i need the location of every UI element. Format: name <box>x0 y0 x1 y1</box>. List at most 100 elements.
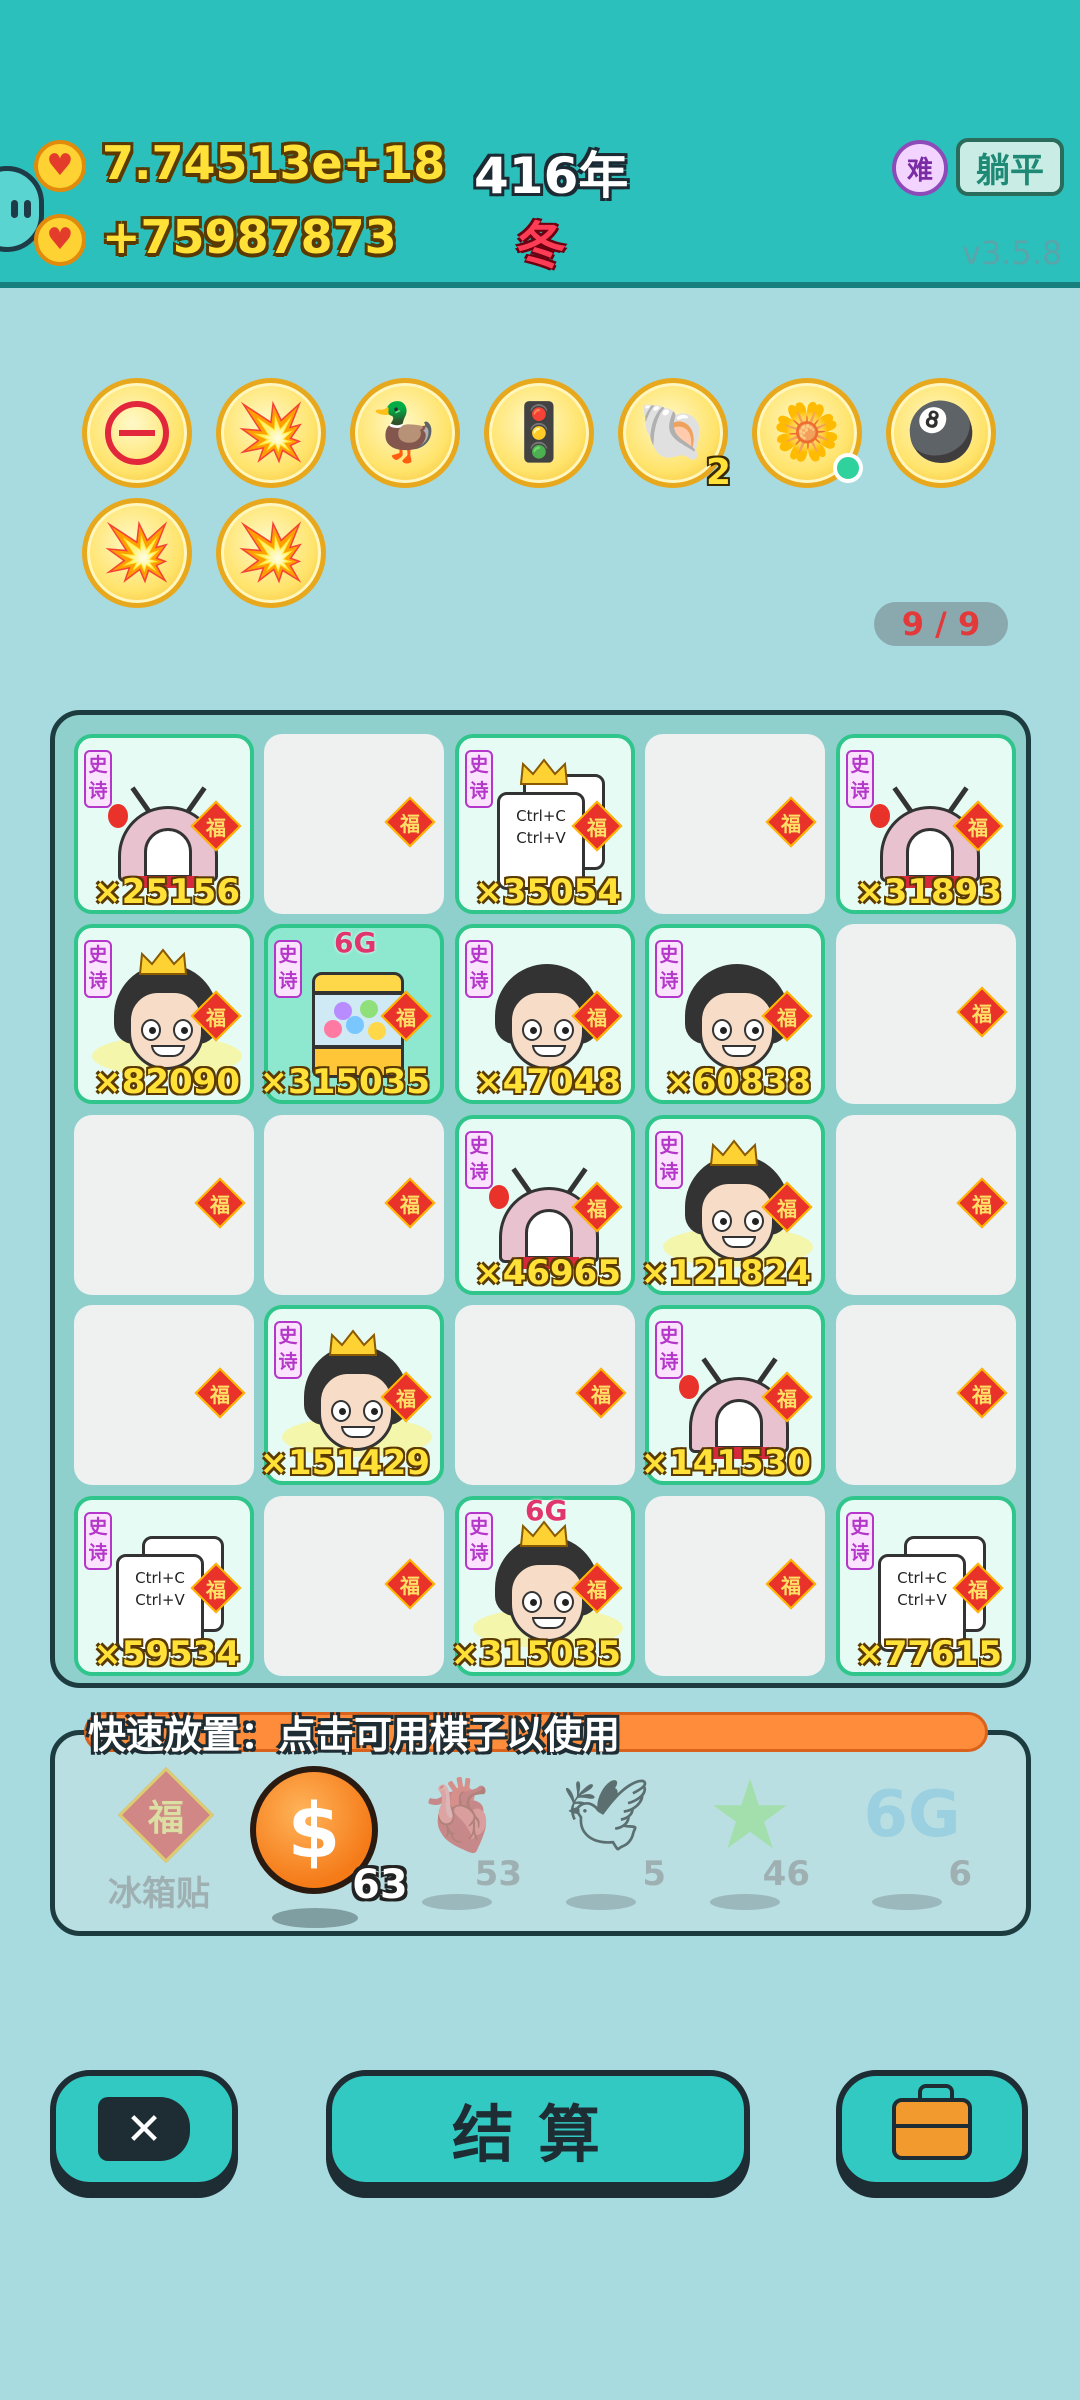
capsule-balls-icon: 🎱 <box>906 400 976 465</box>
year-label: 416年 <box>474 147 629 205</box>
coin-shadow <box>272 1908 358 1928</box>
empty-cell[interactable]: 福 <box>74 1305 254 1485</box>
board-piece[interactable]: 福史诗 ×141530 <box>641 1305 825 1485</box>
empty-cell[interactable]: 福 <box>264 1115 444 1295</box>
fu-icon: 福 <box>194 1367 246 1419</box>
board-piece[interactable]: 福史诗 ×60838 <box>645 924 825 1104</box>
empty-cell[interactable]: 福 <box>74 1115 254 1295</box>
piece-multiplier: ×77615 <box>855 1634 1002 1674</box>
empty-cell[interactable]: 福 <box>836 1305 1016 1485</box>
mushroom-cloud-icon: 💥 <box>102 520 172 585</box>
epic-tag: 史诗 <box>84 1512 112 1570</box>
capacity-counter: 9 / 9 <box>874 602 1008 646</box>
board-piece[interactable]: 福史诗 ×151429 <box>260 1305 444 1485</box>
epic-tag: 史诗 <box>274 1321 302 1379</box>
empty-cell[interactable]: 福 <box>836 924 1016 1104</box>
fu-icon: 福 <box>194 1177 246 1229</box>
item-slot[interactable]: 💥 <box>216 498 326 608</box>
item-count: 2 <box>705 452 731 493</box>
fu-icon: 福 <box>765 1558 817 1610</box>
shell-icon: 🐚 <box>638 400 708 465</box>
crown-icon <box>519 758 569 785</box>
empty-cell[interactable]: 福 <box>645 734 825 914</box>
difficulty-badge[interactable]: 难 <box>892 140 948 196</box>
quick-place-item[interactable]: 🫀 53 <box>392 1770 532 1920</box>
version-label: v3.5.8 <box>962 234 1063 272</box>
money-income: +75987873 <box>102 210 397 264</box>
epic-tag: 史诗 <box>274 940 302 998</box>
crown-icon <box>328 1329 378 1356</box>
exit-button[interactable]: ✕ <box>50 2070 238 2188</box>
quick-place-item[interactable]: ★ 46 <box>680 1759 820 1920</box>
6g-badge: 6G <box>334 926 377 959</box>
board-piece[interactable]: 福史诗 ×46965 <box>455 1115 635 1295</box>
piece-multiplier: ×25156 <box>93 872 240 912</box>
item-slot[interactable]: 🌼 <box>752 378 863 488</box>
epic-tag: 史诗 <box>465 940 493 998</box>
heart-coin-icon: ♥ <box>34 140 86 192</box>
empty-cell[interactable]: 福 <box>264 1496 444 1676</box>
epic-tag: 史诗 <box>655 940 683 998</box>
piece-multiplier: ×82090 <box>93 1062 240 1102</box>
epic-tag: 史诗 <box>846 1512 874 1570</box>
status-dot <box>833 453 863 483</box>
epic-tag: 史诗 <box>846 750 874 808</box>
board-piece[interactable]: 福史诗 ×121824 <box>641 1115 825 1295</box>
epic-tag: 史诗 <box>84 750 112 808</box>
backpack-button[interactable] <box>836 2070 1028 2188</box>
piece-multiplier: ×31893 <box>855 872 1002 912</box>
item-slot[interactable]: 🦆 <box>350 378 460 488</box>
empty-cell[interactable]: 福 <box>836 1115 1016 1295</box>
quick-place-count: 5 <box>642 1854 666 1894</box>
6g-icon: 6G <box>863 1778 961 1852</box>
item-slot[interactable]: 🐚 2 <box>618 378 731 493</box>
settle-button[interactable]: 结算 <box>326 2070 750 2188</box>
epic-tag: 史诗 <box>465 1512 493 1570</box>
crown-icon <box>709 1139 759 1166</box>
item-slot[interactable]: 💥 <box>82 498 192 608</box>
heart-coin-icon: ♥ <box>34 214 86 266</box>
empty-cell[interactable]: 福 <box>645 1496 825 1676</box>
mushroom-cloud-icon: 💥 <box>236 520 306 585</box>
epic-tag: 史诗 <box>655 1131 683 1189</box>
fu-icon: 福 <box>575 1367 627 1419</box>
top-bar: ♥ 7.74513e+18 ♥ +75987873 416年 冬 难 躺平 v3… <box>0 0 1080 288</box>
fu-icon: 福 <box>384 1558 436 1610</box>
star-icon: ★ <box>706 1759 794 1871</box>
fu-icon: 福 <box>384 1177 436 1229</box>
board-piece[interactable]: 福史诗 ×31893 <box>836 734 1016 914</box>
board-piece[interactable]: Ctrl+C Ctrl+V 福史诗 ×59534 <box>74 1496 254 1676</box>
item-slot[interactable]: 🎱 <box>886 378 996 488</box>
traffic-light-ghost-icon: 🚦 <box>504 400 574 465</box>
briefcase-icon <box>892 2084 972 2160</box>
board-piece[interactable]: 福史诗 ×82090 <box>74 924 254 1104</box>
quick-place-item[interactable]: 🕊 5 <box>536 1770 676 1920</box>
item-slot[interactable]: 🚦 <box>484 378 594 488</box>
fu-icon: 福 <box>116 1766 216 1864</box>
board-piece[interactable]: 福史诗 ×25156 <box>74 734 254 914</box>
board-piece[interactable]: Ctrl+C Ctrl+V 福史诗 ×77615 <box>836 1496 1016 1676</box>
item-slot[interactable]: 💥 <box>216 378 326 488</box>
quick-place-title: 快速放置：点击可用棋子以使用 <box>88 1713 621 1757</box>
board-piece[interactable]: 6G 福史诗 ×315035 <box>451 1494 635 1676</box>
board-piece[interactable]: 福史诗 ×47048 <box>455 924 635 1104</box>
quick-place-count: 6 <box>948 1854 972 1894</box>
board-piece[interactable]: Ctrl+C Ctrl+V 福史诗 ×35054 <box>455 734 635 914</box>
close-icon: ✕ <box>98 2097 190 2161</box>
fridge-magnet-label: 冰箱贴 <box>108 1874 210 1914</box>
game-board: 福史诗 ×25156 福 Ctrl+C Ctrl+V 福史诗 ×35054 福福史诗 ×3189… <box>50 710 1031 1688</box>
item-shadow <box>422 1894 492 1910</box>
no-entry-icon <box>105 401 169 465</box>
empty-cell[interactable]: 福 <box>264 734 444 914</box>
item-shadow <box>872 1894 942 1910</box>
duck-pot-icon: 🦆 <box>370 400 440 465</box>
empty-cell[interactable]: 福 <box>455 1305 635 1485</box>
item-shadow <box>566 1894 636 1910</box>
epic-tag: 史诗 <box>465 750 493 808</box>
item-slot[interactable] <box>82 378 192 488</box>
mode-button[interactable]: 躺平 <box>956 138 1064 196</box>
piece-multiplier: ×315035 <box>450 1634 621 1674</box>
quick-place-item[interactable]: 6G 6 <box>842 1770 982 1920</box>
board-piece[interactable]: 6G 福史诗 ×315035 <box>260 924 444 1104</box>
epic-tag: 史诗 <box>465 1131 493 1189</box>
